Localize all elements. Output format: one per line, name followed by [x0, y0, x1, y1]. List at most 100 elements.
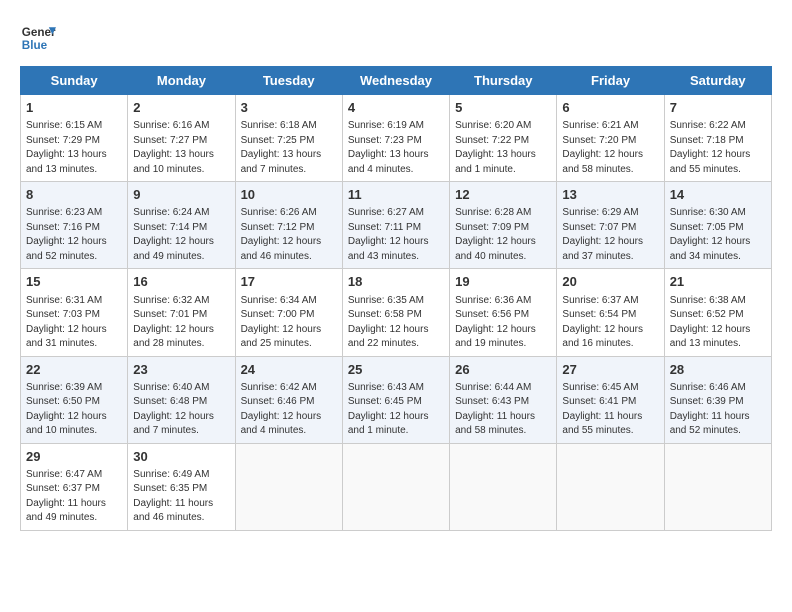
day-number: 29 — [26, 448, 122, 466]
calendar-cell: 21Sunrise: 6:38 AM Sunset: 6:52 PM Dayli… — [664, 269, 771, 356]
calendar-cell: 15 Sunrise: 6:31 AM Sunset: 7:03 PM Dayli… — [21, 269, 128, 356]
calendar-week-row: 22Sunrise: 6:39 AM Sunset: 6:50 PM Dayli… — [21, 356, 772, 443]
logo-icon: General Blue — [20, 20, 56, 56]
day-number: 26 — [455, 361, 551, 379]
calendar-cell: 1 Sunrise: 6:15 AM Sunset: 7:29 PM Daylig… — [21, 95, 128, 182]
calendar-cell: 22Sunrise: 6:39 AM Sunset: 6:50 PM Dayli… — [21, 356, 128, 443]
calendar-cell: 4 Sunrise: 6:19 AM Sunset: 7:23 PM Daylig… — [342, 95, 449, 182]
day-info: Sunrise: 6:44 AM Sunset: 6:43 PM Dayligh… — [455, 381, 551, 439]
day-info: Sunrise: 6:37 AM Sunset: 6:54 PM Dayligh… — [562, 294, 658, 352]
calendar-cell: 13 Sunrise: 6:29 AM Sunset: 7:07 PM Dayli… — [557, 182, 664, 269]
day-info: Sunrise: 6:36 AM Sunset: 6:56 PM Dayligh… — [455, 294, 551, 352]
day-number: 8 — [26, 186, 122, 204]
day-info: Sunrise: 6:49 AM Sunset: 6:35 PM Dayligh… — [133, 468, 229, 526]
day-number: 30 — [133, 448, 229, 466]
weekday-header-row: SundayMondayTuesdayWednesdayThursdayFrid… — [21, 67, 772, 95]
calendar-cell: 16 Sunrise: 6:32 AM Sunset: 7:01 PM Dayli… — [128, 269, 235, 356]
day-info: Sunrise: 6:46 AM Sunset: 6:39 PM Dayligh… — [670, 381, 766, 439]
calendar-cell: 10Sunrise: 6:26 AM Sunset: 7:12 PM Dayli… — [235, 182, 342, 269]
calendar-cell — [664, 443, 771, 530]
day-number: 24 — [241, 361, 337, 379]
weekday-header: Monday — [128, 67, 235, 95]
day-number: 11 — [348, 186, 444, 204]
day-info: Sunrise: 6:45 AM Sunset: 6:41 PM Dayligh… — [562, 381, 658, 439]
day-number: 25 — [348, 361, 444, 379]
day-number: 13 — [562, 186, 658, 204]
day-info: Sunrise: 6:43 AM Sunset: 6:45 PM Dayligh… — [348, 381, 444, 439]
day-number: 9 — [133, 186, 229, 204]
day-number: 15 — [26, 273, 122, 291]
weekday-header: Thursday — [450, 67, 557, 95]
weekday-header: Wednesday — [342, 67, 449, 95]
day-info: Sunrise: 6:16 AM Sunset: 7:27 PM Dayligh… — [133, 119, 229, 177]
calendar-cell — [450, 443, 557, 530]
day-info: Sunrise: 6:18 AM Sunset: 7:25 PM Dayligh… — [241, 119, 337, 177]
day-number: 19 — [455, 273, 551, 291]
day-info: Sunrise: 6:23 AM Sunset: 7:16 PM Dayligh… — [26, 206, 122, 264]
day-number: 27 — [562, 361, 658, 379]
calendar-cell: 25 Sunrise: 6:43 AM Sunset: 6:45 PM Dayli… — [342, 356, 449, 443]
day-number: 10 — [241, 186, 337, 204]
day-info: Sunrise: 6:20 AM Sunset: 7:22 PM Dayligh… — [455, 119, 551, 177]
day-number: 12 — [455, 186, 551, 204]
calendar-cell: 20 Sunrise: 6:37 AM Sunset: 6:54 PM Dayli… — [557, 269, 664, 356]
calendar-cell: 5 Sunrise: 6:20 AM Sunset: 7:22 PM Daylig… — [450, 95, 557, 182]
calendar-cell: 9 Sunrise: 6:24 AM Sunset: 7:14 PM Daylig… — [128, 182, 235, 269]
day-info: Sunrise: 6:30 AM Sunset: 7:05 PM Dayligh… — [670, 206, 766, 264]
calendar-cell: 30 Sunrise: 6:49 AM Sunset: 6:35 PM Dayli… — [128, 443, 235, 530]
day-number: 16 — [133, 273, 229, 291]
calendar-week-row: 1 Sunrise: 6:15 AM Sunset: 7:29 PM Daylig… — [21, 95, 772, 182]
calendar-cell: 18Sunrise: 6:35 AM Sunset: 6:58 PM Dayli… — [342, 269, 449, 356]
day-number: 4 — [348, 99, 444, 117]
calendar-cell: 24 Sunrise: 6:42 AM Sunset: 6:46 PM Dayli… — [235, 356, 342, 443]
day-number: 20 — [562, 273, 658, 291]
svg-text:Blue: Blue — [22, 39, 48, 52]
calendar-cell: 6 Sunrise: 6:21 AM Sunset: 7:20 PM Daylig… — [557, 95, 664, 182]
calendar-cell: 2 Sunrise: 6:16 AM Sunset: 7:27 PM Daylig… — [128, 95, 235, 182]
page-header: General Blue — [20, 20, 772, 56]
calendar-week-row: 15 Sunrise: 6:31 AM Sunset: 7:03 PM Dayli… — [21, 269, 772, 356]
calendar-cell: 27 Sunrise: 6:45 AM Sunset: 6:41 PM Dayli… — [557, 356, 664, 443]
day-number: 28 — [670, 361, 766, 379]
calendar-cell: 29Sunrise: 6:47 AM Sunset: 6:37 PM Dayli… — [21, 443, 128, 530]
day-number: 2 — [133, 99, 229, 117]
calendar-cell — [557, 443, 664, 530]
day-number: 1 — [26, 99, 122, 117]
weekday-header: Saturday — [664, 67, 771, 95]
day-info: Sunrise: 6:21 AM Sunset: 7:20 PM Dayligh… — [562, 119, 658, 177]
day-number: 21 — [670, 273, 766, 291]
day-number: 17 — [241, 273, 337, 291]
calendar-cell: 11Sunrise: 6:27 AM Sunset: 7:11 PM Dayli… — [342, 182, 449, 269]
logo: General Blue — [20, 20, 56, 56]
day-info: Sunrise: 6:19 AM Sunset: 7:23 PM Dayligh… — [348, 119, 444, 177]
calendar-table: SundayMondayTuesdayWednesdayThursdayFrid… — [20, 66, 772, 531]
calendar-cell: 19 Sunrise: 6:36 AM Sunset: 6:56 PM Dayli… — [450, 269, 557, 356]
calendar-cell — [342, 443, 449, 530]
weekday-header: Friday — [557, 67, 664, 95]
calendar-cell — [235, 443, 342, 530]
day-info: Sunrise: 6:40 AM Sunset: 6:48 PM Dayligh… — [133, 381, 229, 439]
day-number: 7 — [670, 99, 766, 117]
calendar-week-row: 8 Sunrise: 6:23 AM Sunset: 7:16 PM Daylig… — [21, 182, 772, 269]
day-number: 23 — [133, 361, 229, 379]
day-number: 6 — [562, 99, 658, 117]
calendar-cell: 12Sunrise: 6:28 AM Sunset: 7:09 PM Dayli… — [450, 182, 557, 269]
day-info: Sunrise: 6:24 AM Sunset: 7:14 PM Dayligh… — [133, 206, 229, 264]
weekday-header: Sunday — [21, 67, 128, 95]
day-info: Sunrise: 6:15 AM Sunset: 7:29 PM Dayligh… — [26, 119, 122, 177]
calendar-cell: 28 Sunrise: 6:46 AM Sunset: 6:39 PM Dayli… — [664, 356, 771, 443]
day-number: 22 — [26, 361, 122, 379]
day-number: 5 — [455, 99, 551, 117]
day-info: Sunrise: 6:35 AM Sunset: 6:58 PM Dayligh… — [348, 294, 444, 352]
calendar-cell: 8 Sunrise: 6:23 AM Sunset: 7:16 PM Daylig… — [21, 182, 128, 269]
day-info: Sunrise: 6:42 AM Sunset: 6:46 PM Dayligh… — [241, 381, 337, 439]
day-number: 3 — [241, 99, 337, 117]
calendar-cell: 23 Sunrise: 6:40 AM Sunset: 6:48 PM Dayli… — [128, 356, 235, 443]
day-number: 14 — [670, 186, 766, 204]
calendar-cell: 17Sunrise: 6:34 AM Sunset: 7:00 PM Dayli… — [235, 269, 342, 356]
day-info: Sunrise: 6:29 AM Sunset: 7:07 PM Dayligh… — [562, 206, 658, 264]
calendar-cell: 14 Sunrise: 6:30 AM Sunset: 7:05 PM Dayli… — [664, 182, 771, 269]
day-info: Sunrise: 6:31 AM Sunset: 7:03 PM Dayligh… — [26, 294, 122, 352]
weekday-header: Tuesday — [235, 67, 342, 95]
day-info: Sunrise: 6:32 AM Sunset: 7:01 PM Dayligh… — [133, 294, 229, 352]
